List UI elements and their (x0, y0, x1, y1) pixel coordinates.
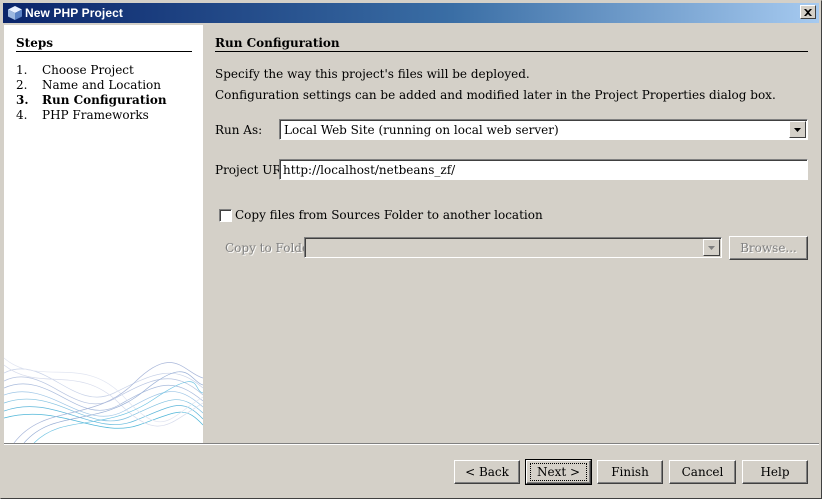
section-divider (215, 51, 808, 52)
next-button[interactable]: Next > (525, 459, 592, 485)
run-configuration-panel: Run Configuration Specify the way this p… (203, 25, 819, 443)
copy-to-folder-dropdown-button[interactable] (703, 239, 720, 256)
browse-button[interactable]: Browse... (729, 236, 808, 260)
copy-files-label[interactable]: Copy files from Sources Folder to anothe… (235, 208, 543, 222)
netbeans-cube-icon (8, 6, 22, 20)
step-label: Run Configuration (42, 93, 167, 107)
step-label: PHP Frameworks (42, 108, 149, 122)
title-bar[interactable]: New PHP Project (3, 3, 819, 23)
step-label: Choose Project (42, 63, 134, 77)
steps-panel: Steps 1. Choose Project 2. Name and Locati… (4, 25, 203, 443)
step-item: 2. Name and Location (16, 78, 167, 93)
close-icon (804, 8, 812, 16)
section-title: Run Configuration (215, 36, 340, 50)
copy-to-folder-select[interactable] (304, 237, 722, 258)
step-number: 4. (16, 108, 28, 122)
step-number: 2. (16, 78, 28, 92)
description-line-1: Specify the way this project's files wil… (215, 67, 530, 81)
back-button[interactable]: < Back (454, 460, 520, 484)
run-as-label: Run As: (215, 123, 263, 137)
steps-heading: Steps (16, 36, 53, 50)
project-url-input[interactable] (279, 159, 808, 180)
run-as-dropdown-button[interactable] (789, 121, 806, 138)
window-title: New PHP Project (25, 6, 123, 20)
chevron-down-icon (794, 127, 801, 132)
decorative-wave-graphic (4, 357, 203, 443)
dialog-window: New PHP Project Steps 1. Choose Project 2… (0, 0, 822, 499)
run-as-value: Local Web Site (running on local web ser… (284, 123, 559, 137)
step-item-current: 3. Run Configuration (16, 93, 167, 108)
steps-divider (16, 51, 192, 52)
finish-button[interactable]: Finish (597, 460, 663, 484)
steps-list: 1. Choose Project 2. Name and Location 3. R… (16, 63, 167, 123)
step-item: 4. PHP Frameworks (16, 108, 167, 123)
step-label: Name and Location (42, 78, 162, 92)
description-line-2: Configuration settings can be added and … (215, 88, 776, 102)
run-as-select[interactable]: Local Web Site (running on local web ser… (279, 119, 808, 140)
footer-divider-highlight (4, 444, 819, 445)
step-item: 1. Choose Project (16, 63, 167, 78)
help-button[interactable]: Help (742, 460, 808, 484)
chevron-down-icon (708, 245, 715, 250)
close-button[interactable] (800, 5, 816, 19)
next-button-label: Next > (529, 463, 588, 481)
cancel-button[interactable]: Cancel (669, 460, 736, 484)
step-number: 1. (16, 63, 28, 77)
step-number: 3. (16, 93, 29, 107)
copy-files-checkbox[interactable] (219, 209, 232, 222)
